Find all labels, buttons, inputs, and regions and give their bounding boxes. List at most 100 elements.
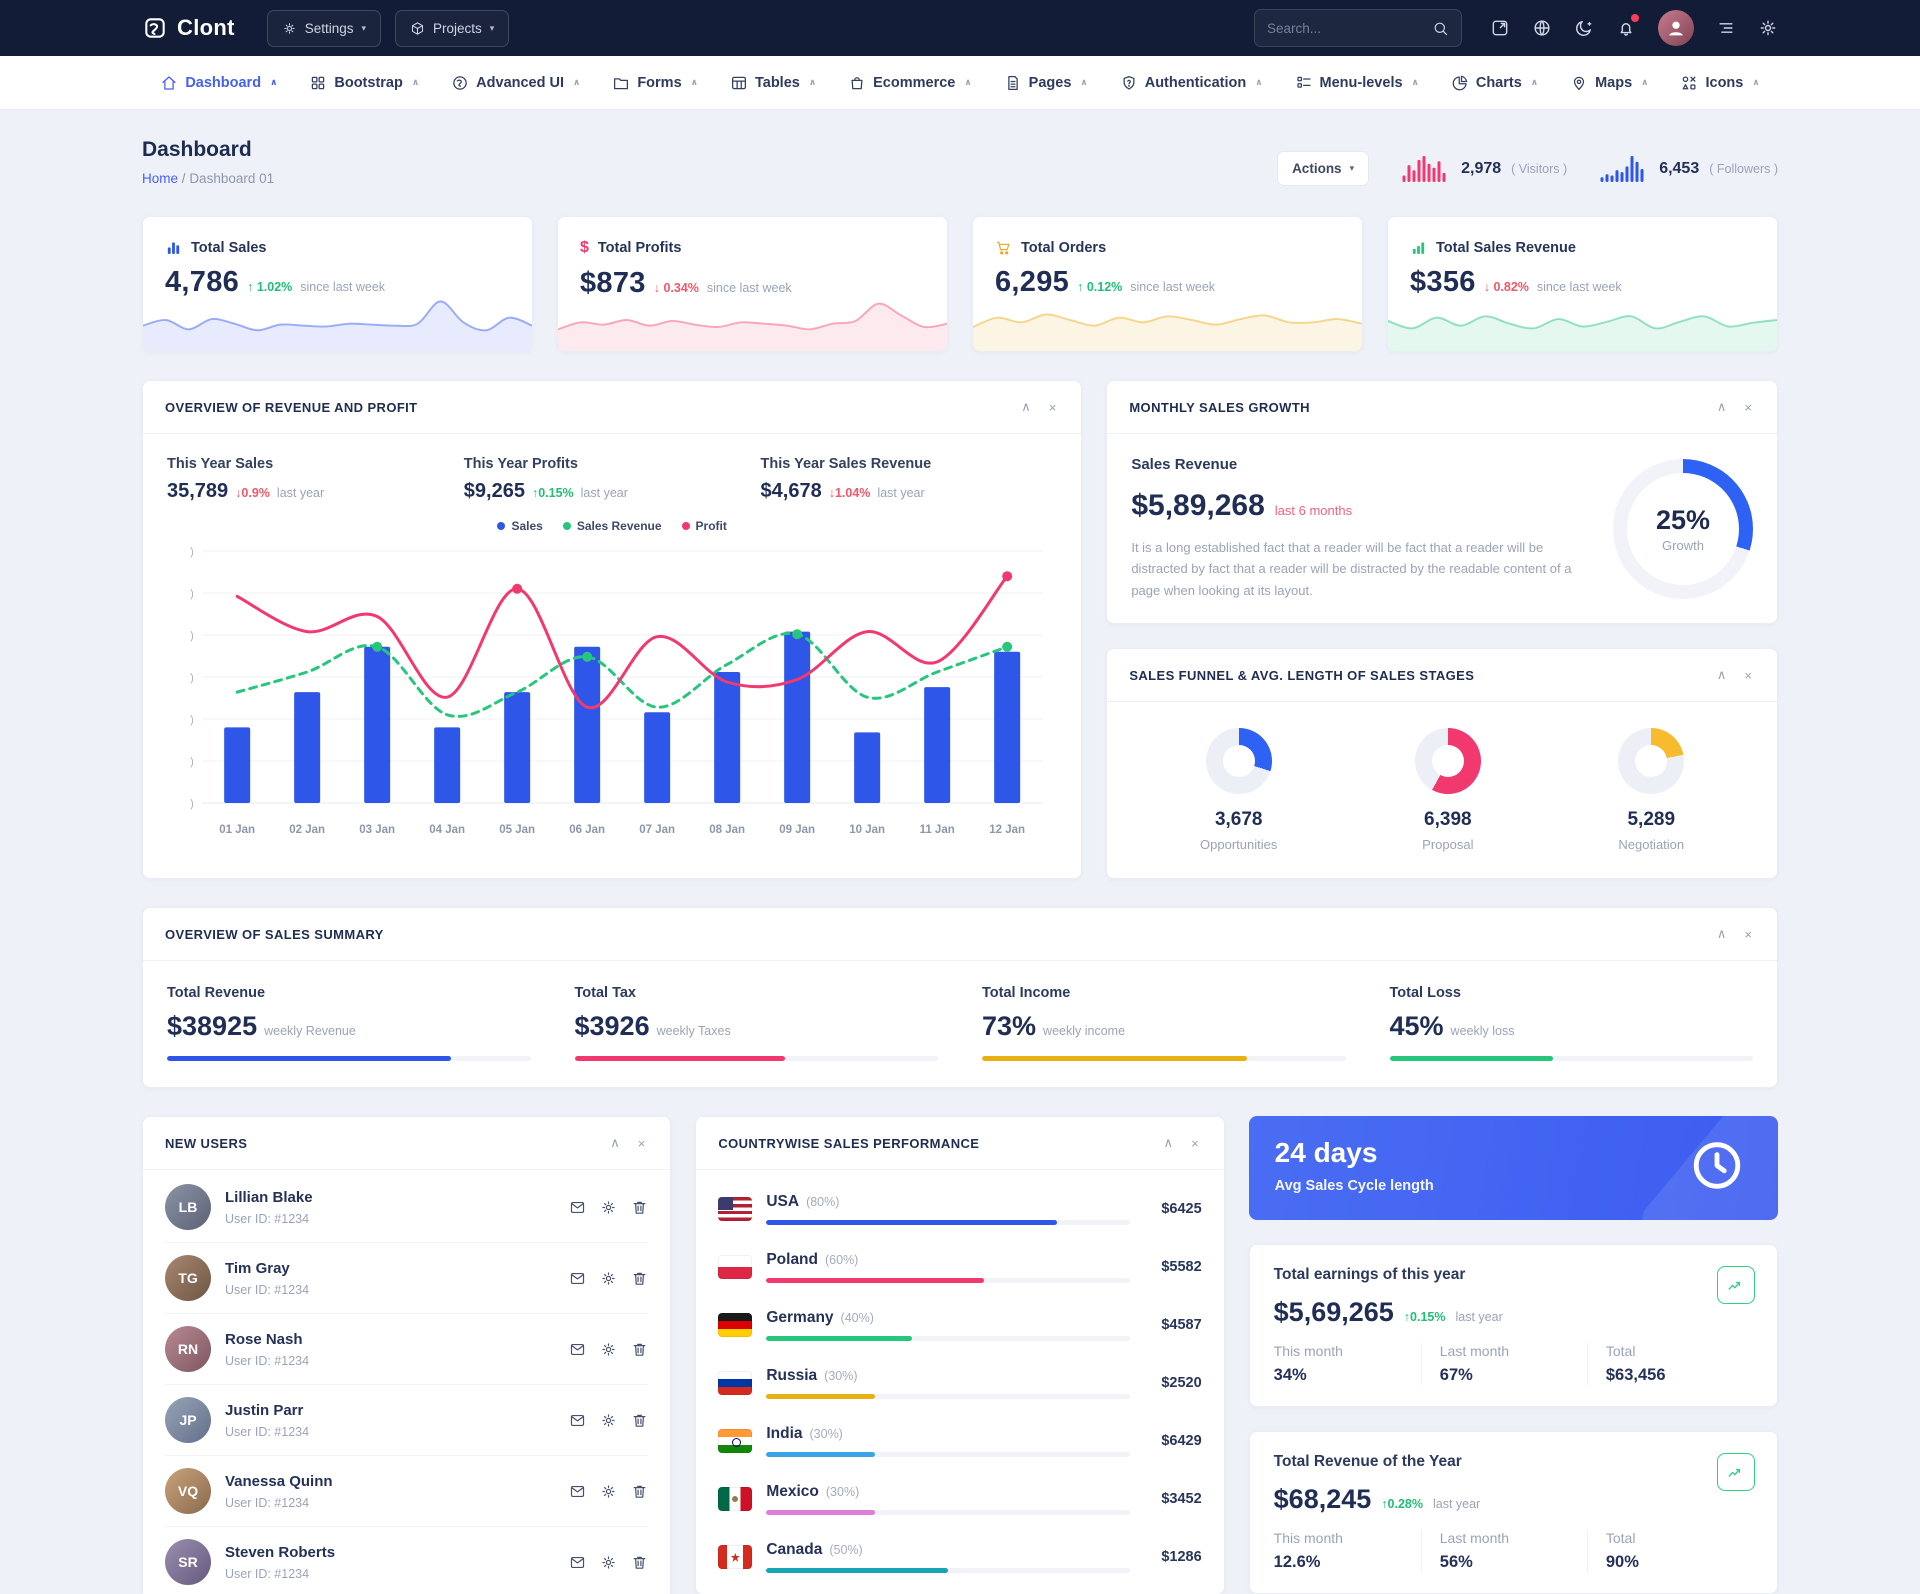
settings-icon-button[interactable]	[1758, 18, 1778, 38]
nav-item-label: Advanced UI	[476, 74, 565, 91]
user-avatar[interactable]	[1658, 10, 1694, 46]
mail-icon-button[interactable]	[569, 1483, 586, 1500]
collapse-button[interactable]: ∧	[1714, 398, 1730, 416]
stat-card-title: Total Sales Revenue	[1436, 239, 1576, 256]
mail-icon-button[interactable]	[569, 1412, 586, 1429]
panel-title: NEW USERS	[165, 1135, 248, 1151]
projects-dropdown-button[interactable]: Projects ▾	[395, 9, 510, 47]
mail-icon-button[interactable]	[569, 1270, 586, 1287]
nav-item-dashboard[interactable]: Dashboard ∧	[149, 66, 288, 100]
avg-sales-cycle-card: 24 days Avg Sales Cycle length	[1248, 1116, 1778, 1221]
svg-text:07 Jan: 07 Jan	[639, 824, 675, 836]
users-list: LB Lillian Blake User ID: #1234 TG Tim Gray U…	[143, 1170, 670, 1594]
card-title: Total Revenue of the Year	[1273, 1453, 1462, 1471]
language-icon-button[interactable]	[1532, 18, 1552, 38]
close-button[interactable]: ×	[635, 1134, 649, 1152]
collapse-button[interactable]: ∧	[1714, 925, 1730, 943]
delete-icon-button[interactable]	[631, 1270, 648, 1287]
country-row: USA (80%) $6425	[718, 1180, 1202, 1238]
actions-dropdown-button[interactable]: Actions ▾	[1277, 151, 1370, 186]
settings-icon-button[interactable]	[600, 1270, 617, 1287]
progress-track	[766, 1336, 1130, 1342]
nav-item-bootstrap[interactable]: Bootstrap ∧	[298, 66, 430, 100]
growth-label: Sales Revenue	[1131, 456, 1238, 473]
knot-icon	[451, 74, 469, 92]
close-button[interactable]: ×	[1046, 398, 1060, 416]
user-row: VQ Vanessa Quinn User ID: #1234	[165, 1456, 649, 1528]
nav-item-icons[interactable]: Icons ∧	[1669, 66, 1770, 100]
nav-item-advanced-ui[interactable]: Advanced UI ∧	[440, 66, 591, 100]
user-row: SR Steven Roberts User ID: #1234	[165, 1527, 648, 1594]
menu-align-icon-button[interactable]	[1716, 18, 1736, 38]
total-earnings-card: Total earnings of this year $5,69,265 ↑0…	[1248, 1244, 1778, 1408]
funnel-label: Opportunities	[1200, 837, 1278, 853]
nav-item-authentication[interactable]: Authentication ∧	[1109, 66, 1274, 100]
collapse-button[interactable]: ∧	[1018, 398, 1034, 416]
delete-icon-button[interactable]	[631, 1199, 648, 1216]
trend-icon-button[interactable]	[1716, 1266, 1755, 1305]
settings-icon-button[interactable]	[600, 1483, 617, 1500]
country-value: $6425	[1161, 1201, 1202, 1218]
settings-icon-button[interactable]	[600, 1412, 617, 1429]
breadcrumb-separator: /	[181, 171, 186, 186]
chevron-up-icon: ∧	[808, 77, 817, 87]
brand[interactable]: Clont	[142, 15, 235, 41]
collapse-button[interactable]: ∧	[607, 1134, 623, 1152]
nav-item-charts[interactable]: Charts ∧	[1440, 66, 1549, 100]
mail-icon-button[interactable]	[569, 1341, 586, 1358]
close-button[interactable]: ×	[1188, 1134, 1202, 1152]
dark-mode-icon-button[interactable]	[1574, 18, 1594, 38]
user-id: User ID: #1234	[225, 1282, 310, 1297]
trend-icon-button[interactable]	[1716, 1453, 1755, 1492]
progress-fill	[766, 1394, 876, 1400]
trend-up-icon	[1728, 1468, 1741, 1477]
funnel-stage-proposal: 6,398 Proposal	[1414, 728, 1481, 852]
growth-description: It is a long established fact that a rea…	[1131, 540, 1572, 598]
nav-item-ecommerce[interactable]: Ecommerce ∧	[837, 66, 983, 100]
mail-icon-button[interactable]	[569, 1554, 586, 1571]
country-name: USA	[766, 1193, 800, 1211]
gear-icon	[1760, 20, 1776, 36]
collapse-button[interactable]: ∧	[1161, 1134, 1177, 1152]
progress-fill	[766, 1510, 876, 1516]
settings-icon-button[interactable]	[600, 1199, 617, 1216]
mail-icon-button[interactable]	[569, 1199, 586, 1216]
collapse-button[interactable]: ∧	[1714, 666, 1730, 684]
user-name: Lillian Blake	[225, 1188, 313, 1206]
delete-icon-button[interactable]	[631, 1341, 648, 1358]
search-icon[interactable]	[1432, 20, 1449, 37]
close-button[interactable]: ×	[1741, 925, 1755, 943]
user-row: TG Tim Gray User ID: #1234	[165, 1243, 649, 1315]
fullscreen-icon-button[interactable]	[1490, 18, 1510, 38]
settings-icon-button[interactable]	[600, 1554, 617, 1571]
country-value: $5582	[1161, 1259, 1202, 1276]
close-button[interactable]: ×	[1741, 398, 1755, 416]
country-row: Russia (30%) $2520	[718, 1354, 1202, 1412]
nav-item-menu-levels[interactable]: Menu-levels ∧	[1284, 66, 1430, 100]
settings-icon-button[interactable]	[600, 1341, 617, 1358]
country-value: $2520	[1161, 1375, 1202, 1392]
nav-item-forms[interactable]: Forms ∧	[601, 66, 709, 100]
search-input[interactable]	[1267, 20, 1424, 36]
nav-item-maps[interactable]: Maps ∧	[1559, 66, 1659, 100]
country-row: Mexico (30%) $3452	[718, 1470, 1202, 1528]
delete-icon-button[interactable]	[631, 1483, 648, 1500]
country-row: Germany (40%) $4587	[718, 1296, 1202, 1354]
cart-icon	[995, 239, 1012, 256]
visitors-mini-chart	[1402, 155, 1446, 182]
chevron-up-icon: ∧	[270, 77, 278, 87]
breadcrumb-home-link[interactable]: Home	[142, 171, 178, 186]
legend-item-sales-revenue: Sales Revenue	[562, 519, 662, 533]
dollar-icon: $	[580, 239, 589, 256]
monthly-sales-growth-panel: MONTHLY SALES GROWTH ∧ × Sales Revenue $…	[1106, 380, 1778, 625]
settings-dropdown-button[interactable]: Settings ▾	[266, 9, 382, 47]
notifications-icon-button[interactable]	[1616, 14, 1639, 38]
nav-item-tables[interactable]: Tables ∧	[719, 66, 827, 100]
nav-item-label: Pages	[1028, 74, 1072, 91]
close-button[interactable]: ×	[1741, 666, 1755, 684]
progress-fill	[1389, 1056, 1554, 1062]
gauge-percent: 25%	[1655, 504, 1710, 535]
delete-icon-button[interactable]	[631, 1412, 648, 1429]
delete-icon-button[interactable]	[631, 1554, 648, 1571]
nav-item-pages[interactable]: Pages ∧	[993, 66, 1099, 100]
